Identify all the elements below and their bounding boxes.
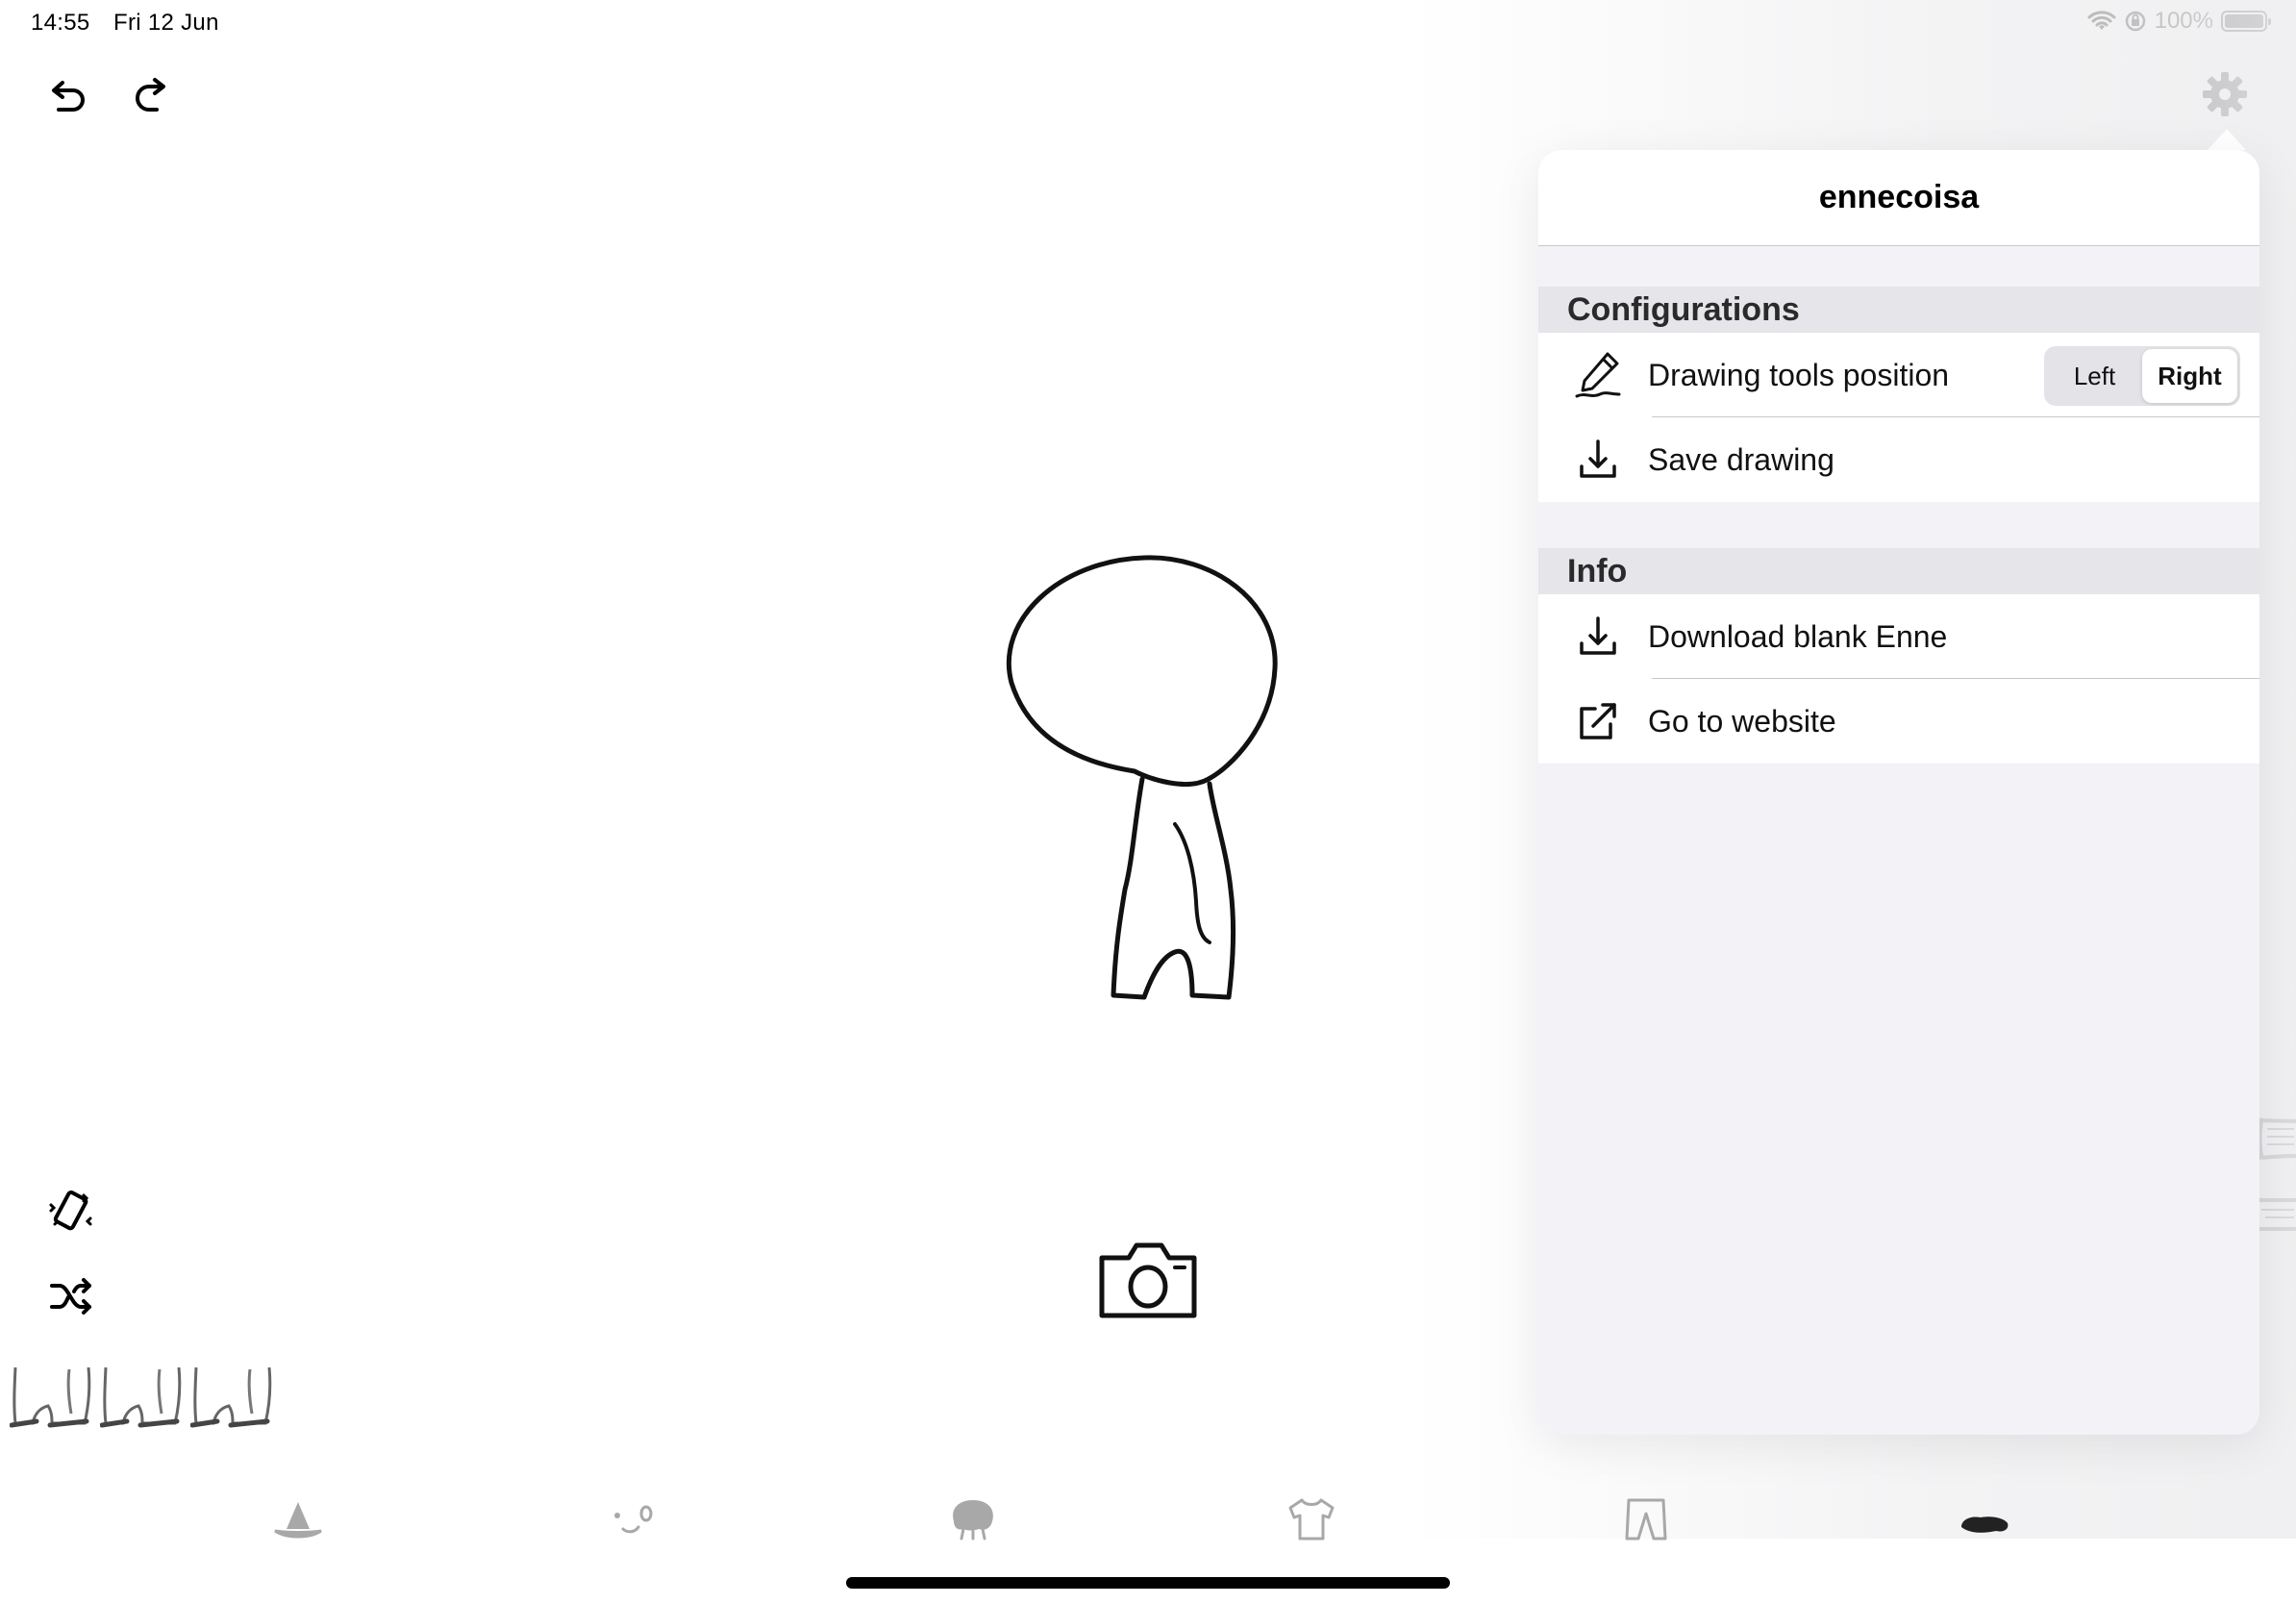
- popover-arrow: [2208, 129, 2246, 150]
- popover-title: ennecoisa: [1818, 179, 1980, 215]
- undo-button[interactable]: [38, 65, 100, 127]
- external-link-icon: [1569, 692, 1627, 750]
- camera-button[interactable]: [1090, 1231, 1206, 1327]
- hair-icon: [953, 1500, 993, 1541]
- save-drawing-row[interactable]: Save drawing: [1538, 417, 2259, 502]
- tab-hair[interactable]: [935, 1481, 1011, 1558]
- shoes-icon: [1961, 1516, 2009, 1533]
- redo-icon: [136, 78, 165, 112]
- shuffle-button[interactable]: [42, 1267, 100, 1325]
- popover-header: ennecoisa: [1538, 150, 2259, 246]
- tab-shirt[interactable]: [1273, 1481, 1350, 1558]
- segment-left[interactable]: Left: [2047, 349, 2142, 403]
- category-tab-bar: [0, 1481, 2296, 1558]
- battery-icon: [2221, 11, 2271, 32]
- settings-button[interactable]: [2192, 62, 2258, 127]
- undo-icon: [52, 81, 85, 112]
- hat-icon: [274, 1502, 322, 1539]
- tab-face[interactable]: [594, 1481, 671, 1558]
- row-label-go-to-website: Go to website: [1648, 703, 1836, 739]
- pencil-icon: [1569, 346, 1627, 404]
- row-label-download-blank: Download blank Enne: [1648, 618, 1948, 654]
- shoe-option-partial-2[interactable]: [2256, 1194, 2296, 1235]
- pants-icon: [1625, 1498, 1667, 1541]
- camera-icon: [1099, 1242, 1197, 1318]
- gear-icon: [2203, 72, 2247, 116]
- legs-option-3[interactable]: [190, 1364, 275, 1431]
- legs-option-2[interactable]: [100, 1364, 185, 1431]
- wifi-icon: [2087, 11, 2116, 30]
- orientation-lock-icon: [2125, 11, 2145, 32]
- vibrate-button[interactable]: [42, 1183, 100, 1241]
- character-drawing[interactable]: [990, 543, 1298, 1005]
- shoe-option-partial[interactable]: [2256, 1115, 2296, 1162]
- redo-button[interactable]: [119, 65, 181, 127]
- download-icon: [1569, 431, 1627, 489]
- status-indicators: 100%: [2087, 8, 2271, 35]
- settings-popover: ennecoisa Configurations Drawing tools p…: [1538, 150, 2259, 1435]
- status-bar: 14:55 Fri 12 Jun 100%: [0, 0, 2296, 46]
- tab-pants[interactable]: [1608, 1481, 1685, 1558]
- row-label-drawing-tools: Drawing tools position: [1648, 357, 1950, 392]
- go-to-website-row[interactable]: Go to website: [1538, 679, 2259, 764]
- vibrate-icon: [49, 1190, 92, 1231]
- home-indicator[interactable]: [846, 1577, 1450, 1589]
- legs-thumbnails: [10, 1364, 275, 1431]
- shirt-icon: [1288, 1498, 1335, 1541]
- tab-shoes[interactable]: [1946, 1481, 2023, 1558]
- shuffle-icon: [50, 1278, 91, 1315]
- face-icon: [614, 1505, 653, 1534]
- status-time: 14:55: [31, 10, 90, 36]
- download-blank-enne-row[interactable]: Download blank Enne: [1538, 594, 2259, 679]
- drawing-tools-position-row: Drawing tools position Left Right: [1538, 333, 2259, 417]
- row-label-save-drawing: Save drawing: [1648, 441, 1834, 477]
- status-date: Fri 12 Jun: [113, 10, 219, 36]
- download-icon: [1569, 608, 1627, 665]
- tab-hat[interactable]: [260, 1481, 337, 1558]
- segment-right[interactable]: Right: [2142, 349, 2237, 403]
- section-header-info: Info: [1538, 548, 2259, 594]
- section-header-configurations: Configurations: [1538, 287, 2259, 333]
- legs-option-1[interactable]: [10, 1364, 94, 1431]
- drawing-tools-position-segmented[interactable]: Left Right: [2044, 346, 2240, 406]
- app-screen: 14:55 Fri 12 Jun 100% ennecoisa Configur…: [0, 0, 2296, 1604]
- battery-percent: 100%: [2154, 8, 2213, 34]
